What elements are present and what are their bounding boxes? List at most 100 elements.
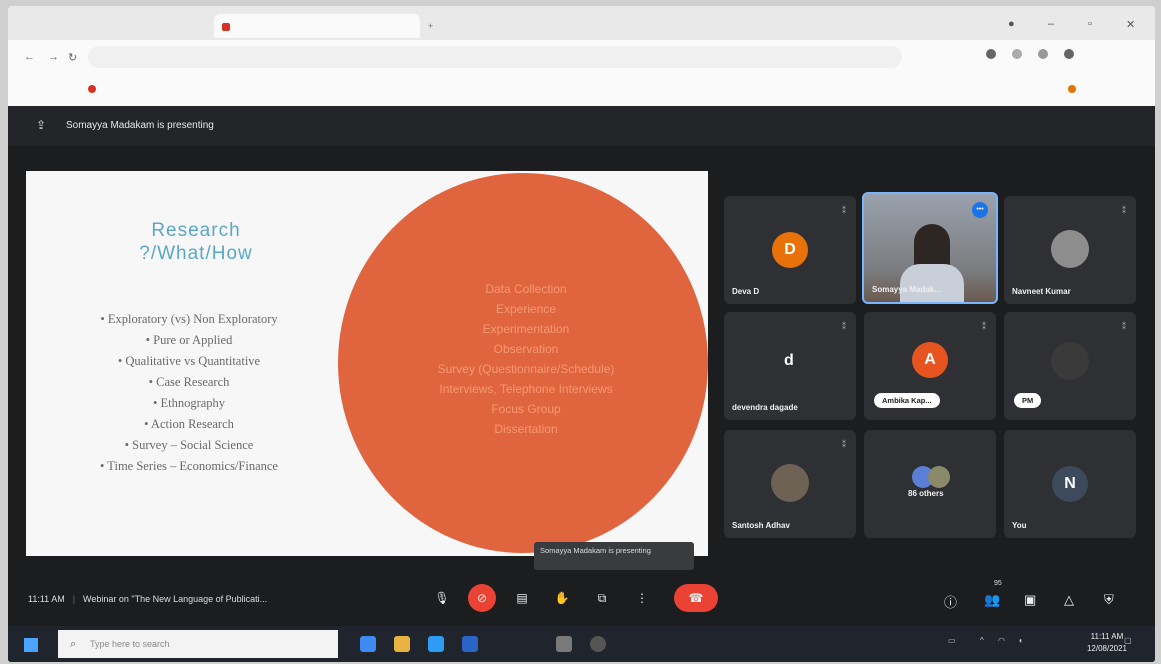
network-icon[interactable]: ◠ <box>998 636 1005 645</box>
participant-tile[interactable]: ⁑ d devendra dagade <box>724 312 856 420</box>
participant-name: Santosh Adhav <box>732 521 790 530</box>
participant-name-pill: Ambika Kap... <box>874 393 940 408</box>
participant-tile[interactable]: ⁑ A Ambika Kap... <box>864 312 996 420</box>
participant-count: 95 <box>994 580 1002 587</box>
slide-title: Research ?/What/How <box>116 219 276 265</box>
mic-icon[interactable]: 🎙 <box>428 584 456 612</box>
end-call-button[interactable]: ☎ <box>674 584 718 612</box>
address-bar[interactable] <box>88 46 902 68</box>
participant-tile[interactable]: ⁑ D Deva D <box>724 196 856 304</box>
taskbar-search-input[interactable]: ⌕ Type here to search <box>58 630 338 658</box>
meeting-control-bar: 11:11 AM | Webinar on "The New Language of… <box>8 574 1155 626</box>
participant-video-body <box>900 264 964 302</box>
presenting-tooltip: Somayya Madakam is presenting <box>534 542 694 570</box>
captions-icon[interactable]: ▤ <box>508 584 536 612</box>
muted-mic-icon: ⁑ <box>842 440 846 449</box>
circle-item: Observation <box>493 342 559 356</box>
muted-mic-icon: ⁑ <box>982 322 986 331</box>
taskbar-clock[interactable]: 11:11 AM 12/08/2021 <box>1087 631 1127 655</box>
taskbar-date: 12/08/2021 <box>1086 644 1127 653</box>
speaking-indicator-icon: ••• <box>972 202 988 218</box>
windows-taskbar: ⌕ Type here to search ▭ ^ ◠ ◖ 11:11 AM 1… <box>8 626 1155 662</box>
chat-icon[interactable]: ▣ <box>1024 592 1036 608</box>
activities-icon[interactable]: △ <box>1064 592 1074 608</box>
meeting-time: 11:11 AM <box>28 594 65 604</box>
bookmarks-bar <box>8 74 1155 107</box>
reading-list-icon[interactable] <box>1068 85 1076 93</box>
monitor-screen: + ● – ▫ ✕ ← → ↻ ⇪ Somayya Madakam is pre… <box>8 6 1155 662</box>
app-icon[interactable] <box>556 636 572 652</box>
slide-bullet: Action Research <box>34 414 344 435</box>
slide-bullet: Exploratory (vs) Non Exploratory <box>34 309 344 330</box>
slide-bullet: Pure or Applied <box>34 330 344 351</box>
circle-item: Survey (Questionnaire/Schedule) <box>437 362 615 376</box>
chrome-icon[interactable] <box>590 636 606 652</box>
avatar <box>1051 230 1089 268</box>
avatar: N <box>1052 466 1088 502</box>
others-tile[interactable]: 86 others <box>864 430 996 538</box>
tab-strip: + ● – ▫ ✕ <box>8 6 1155 40</box>
minimize-icon[interactable]: – <box>1048 18 1054 30</box>
muted-mic-icon: ⁑ <box>1122 206 1126 215</box>
back-icon[interactable]: ← <box>24 51 35 63</box>
edge-icon[interactable] <box>360 636 376 652</box>
participant-tile[interactable]: ⁑ Navneet Kumar <box>1004 196 1136 304</box>
profile-dot-icon[interactable]: ● <box>1008 18 1015 30</box>
participant-name: Somayya Madak... <box>872 285 941 294</box>
participant-name: Navneet Kumar <box>1012 287 1071 296</box>
new-tab-button[interactable]: + <box>420 14 441 38</box>
tray-icon[interactable]: ▭ <box>948 636 956 645</box>
participant-name: Deva D <box>732 287 760 296</box>
extension-icon[interactable] <box>1038 49 1048 59</box>
close-icon[interactable]: ✕ <box>1126 18 1135 31</box>
extension-icon[interactable] <box>1064 49 1074 59</box>
slide-bullet: Case Research <box>34 372 344 393</box>
windows-start-icon[interactable] <box>24 638 38 652</box>
camera-off-button[interactable]: ⊘ <box>468 584 496 612</box>
bookmark-icon[interactable] <box>88 85 96 93</box>
more-options-icon[interactable]: ⋮ <box>628 584 656 612</box>
presenting-text: Somayya Madakam is presenting <box>66 120 214 131</box>
extension-icon[interactable] <box>986 49 996 59</box>
slide-bullet: Time Series – Economics/Finance <box>34 456 344 477</box>
extension-icon[interactable] <box>1012 49 1022 59</box>
slide-title-line1: Research <box>151 220 241 241</box>
reload-icon[interactable]: ↻ <box>68 51 77 64</box>
avatar <box>928 466 950 488</box>
presenting-banner: ⇪ Somayya Madakam is presenting <box>8 106 1155 146</box>
slide-bullet: Survey – Social Science <box>34 435 344 456</box>
forward-icon[interactable]: → <box>48 51 59 63</box>
present-screen-icon: ⇪ <box>36 118 47 132</box>
meeting-title: Webinar on "The New Language of Publicat… <box>83 594 268 604</box>
store-icon[interactable] <box>428 636 444 652</box>
present-icon[interactable]: ⧉ <box>588 584 616 612</box>
maximize-icon[interactable]: ▫ <box>1088 18 1092 30</box>
circle-item: Focus Group <box>491 402 561 416</box>
notification-icon[interactable]: ▢ <box>1124 636 1132 645</box>
tray-chevron-icon[interactable]: ^ <box>980 636 984 645</box>
participant-name: devendra dagade <box>732 403 798 412</box>
participant-tile-speaking[interactable]: ••• Somayya Madak... <box>862 192 998 304</box>
browser-chrome: + ● – ▫ ✕ ← → ↻ <box>8 6 1155 107</box>
circle-text-list: Data Collection Experience Experimentati… <box>386 279 666 439</box>
circle-item: Experimentation <box>482 322 570 336</box>
slide-bullet: Ethnography <box>34 393 344 414</box>
raise-hand-icon[interactable]: ✋ <box>548 584 576 612</box>
search-icon: ⌕ <box>70 638 77 650</box>
mail-icon[interactable] <box>462 636 478 652</box>
slide-title-line2: ?/What/How <box>139 243 253 264</box>
speaker-icon[interactable]: ◖ <box>1018 636 1023 645</box>
shared-slide: Research ?/What/How Exploratory (vs) Non… <box>26 171 708 556</box>
participant-tile[interactable]: ⁑ PM <box>1004 312 1136 420</box>
host-controls-icon[interactable]: ⛨ <box>1104 592 1114 608</box>
browser-tab-active[interactable] <box>214 14 420 38</box>
search-placeholder: Type here to search <box>90 639 170 649</box>
file-explorer-icon[interactable] <box>394 636 410 652</box>
muted-mic-icon: ⁑ <box>842 206 846 215</box>
browser-tab[interactable] <box>18 14 209 38</box>
info-icon[interactable]: ⓘ <box>944 592 957 611</box>
people-icon[interactable]: 👥 <box>984 592 1000 608</box>
taskbar-time: 11:11 AM <box>1090 632 1124 641</box>
self-tile[interactable]: N You <box>1004 430 1136 538</box>
participant-tile[interactable]: ⁑ Santosh Adhav <box>724 430 856 538</box>
